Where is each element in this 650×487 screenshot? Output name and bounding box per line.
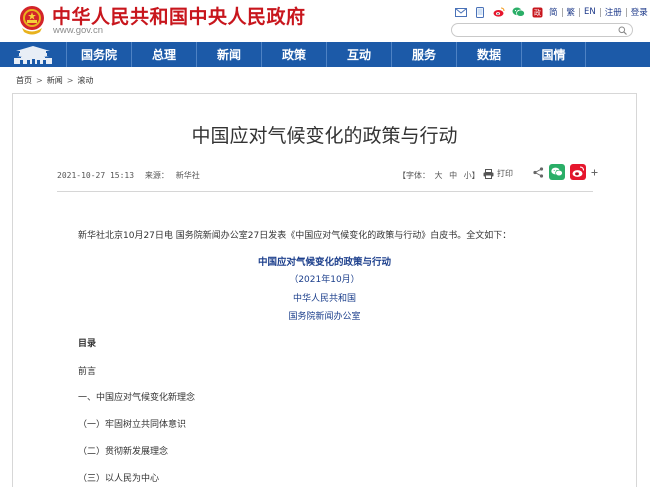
toc-item: （二）贯彻新发展理念 — [78, 447, 169, 457]
doc-issuer-country: 中华人民共和国 — [292, 294, 356, 304]
breadcrumb-home[interactable]: 首页 — [16, 75, 32, 86]
nav-item-services[interactable]: 服务 — [391, 42, 456, 67]
nav-item-policies[interactable]: 政策 — [261, 42, 326, 67]
nav-home-link[interactable] — [4, 42, 62, 67]
toc-heading: 目录 — [78, 339, 97, 349]
nav-items: 国务院 总理 新闻 政策 互动 服务 数据 国情 — [66, 42, 586, 67]
doc-date: （2021年10月） — [289, 275, 360, 285]
publish-date: 2021-10-27 15:13 — [57, 171, 135, 180]
search-input[interactable] — [458, 25, 613, 35]
font-size-medium-button[interactable]: 中 — [449, 171, 457, 180]
nav-item-data[interactable]: 数据 — [456, 42, 521, 67]
weibo-icon[interactable] — [492, 6, 506, 18]
meta-divider — [57, 191, 593, 192]
weibo-share-icon[interactable] — [570, 164, 586, 180]
chevron-right-icon: > — [36, 75, 43, 85]
search-icon[interactable] — [618, 26, 627, 35]
share-buttons — [533, 164, 603, 180]
article-title: 中国应对气候变化的政策与行动 — [191, 125, 458, 147]
font-size-control: 【字体： 大 中 小】 — [398, 170, 484, 181]
breadcrumb: 首页 > 新闻 > 滚动 — [16, 74, 93, 86]
doc-title: 中国应对气候变化的政策与行动 — [257, 257, 391, 268]
divider — [599, 7, 601, 17]
font-size-small-button[interactable]: 小】 — [464, 171, 480, 180]
share-icon[interactable] — [533, 166, 544, 178]
font-size-large-button[interactable]: 大 — [435, 171, 443, 180]
divider — [625, 7, 627, 17]
divider — [561, 7, 563, 17]
plus-icon[interactable] — [591, 169, 598, 176]
simplified-link[interactable]: 简 — [549, 6, 558, 18]
nav-item-national-conditions[interactable]: 国情 — [521, 42, 586, 67]
search-box — [451, 23, 633, 37]
nav-item-interaction[interactable]: 互动 — [326, 42, 391, 67]
breadcrumb-news[interactable]: 新闻 — [47, 75, 63, 86]
nav-item-state-council[interactable]: 国务院 — [66, 42, 131, 67]
app-icon[interactable]: 政 — [530, 6, 544, 18]
top-links: 政 简 繁 EN 注册 登录 — [454, 5, 648, 19]
source-label: 来源： — [144, 171, 169, 180]
site-url: www.gov.cn — [53, 25, 103, 36]
breadcrumb-rolling[interactable]: 滚动 — [77, 75, 93, 86]
national-emblem-icon[interactable] — [19, 4, 45, 36]
source-value: 新华社 — [175, 171, 200, 180]
toc-item: 一、中国应对气候变化新理念 — [78, 393, 196, 403]
traditional-link[interactable]: 繁 — [567, 6, 576, 18]
print-button[interactable]: 打印 — [483, 168, 513, 179]
register-link[interactable]: 注册 — [605, 6, 622, 18]
mobile-icon[interactable] — [473, 6, 487, 18]
nav-item-news[interactable]: 新闻 — [196, 42, 261, 67]
wechat-share-icon[interactable] — [549, 164, 565, 180]
chevron-right-icon: > — [66, 75, 74, 85]
toc-item: （一）牢固树立共同体意识 — [78, 420, 187, 430]
article-container: 中国应对气候变化的政策与行动 2021-10-27 15:13 来源： 新华社 … — [12, 93, 637, 487]
toc-item: （三）以人民为中心 — [78, 474, 160, 484]
site-header: 中华人民共和国中央人民政府 www.gov.cn 政 简 繁 EN 注册 登录 — [0, 0, 650, 42]
divider — [579, 7, 581, 17]
login-link[interactable]: 登录 — [631, 6, 648, 18]
font-size-label: 【字体： — [398, 171, 430, 180]
mail-icon[interactable] — [454, 6, 468, 18]
printer-icon — [483, 168, 494, 179]
article-intro: 新华社北京10月27日电 国务院新闻办公室27日发表《中国应对气候变化的政策与行… — [78, 231, 512, 241]
english-link[interactable]: EN — [584, 7, 596, 17]
svg-text:政: 政 — [534, 8, 541, 17]
main-nav: 国务院 总理 新闻 政策 互动 服务 数据 国情 — [0, 42, 650, 67]
article-meta: 2021-10-27 15:13 来源： 新华社 — [57, 170, 206, 181]
doc-issuer-office: 国务院新闻办公室 — [288, 312, 361, 322]
print-label: 打印 — [497, 169, 513, 178]
tiananmen-icon — [14, 45, 52, 64]
wechat-icon[interactable] — [511, 6, 525, 18]
nav-item-premier[interactable]: 总理 — [131, 42, 196, 67]
toc-item: 前言 — [78, 367, 97, 377]
